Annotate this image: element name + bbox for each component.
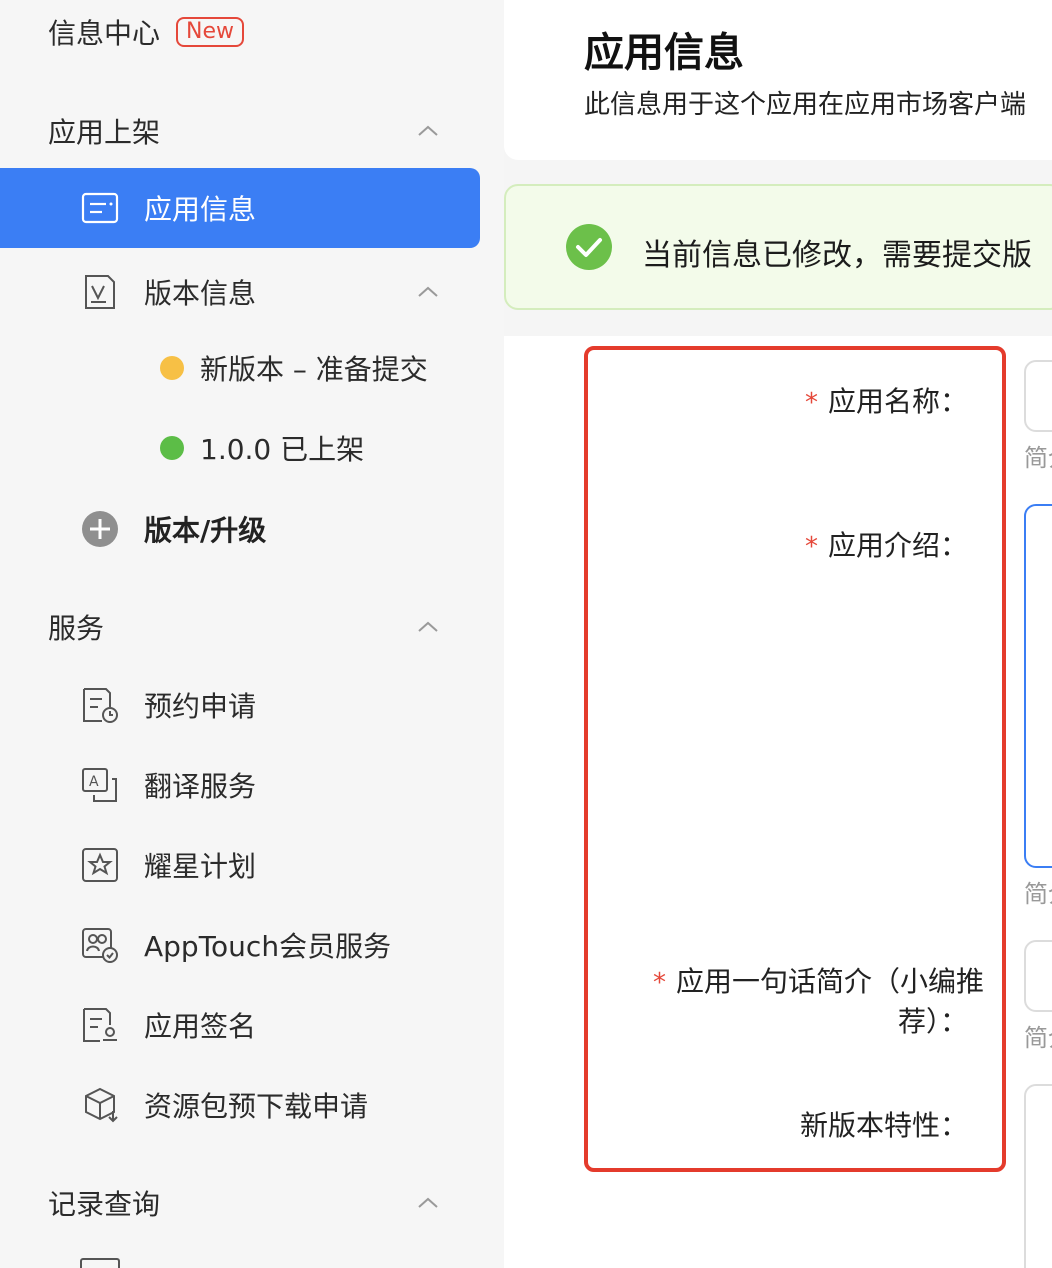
add-version-label: 版本/升级 xyxy=(144,514,267,547)
sidebar-item-label: 耀星计划 xyxy=(144,850,257,883)
plus-circle-icon xyxy=(80,509,120,549)
section-service-title: 服务 xyxy=(48,612,105,645)
package-download-icon xyxy=(80,1085,120,1125)
version-info-icon xyxy=(80,272,120,312)
section-service-header[interactable]: 服务 xyxy=(0,604,480,650)
highlight-box xyxy=(584,346,1006,1172)
section-records-title: 记录查询 xyxy=(48,1188,161,1221)
sidebar-item-label: 翻译服务 xyxy=(144,770,257,803)
section-listing-title: 应用上架 xyxy=(48,116,161,149)
app-slogan-input[interactable] xyxy=(1024,940,1052,1012)
chevron-up-icon xyxy=(416,119,440,143)
star-plan-icon xyxy=(80,845,120,885)
sidebar-item-label: 应用签名 xyxy=(144,1010,257,1043)
section-listing-header[interactable]: 应用上架 xyxy=(0,108,480,154)
app-intro-hint: 简介 xyxy=(1024,880,1052,908)
reservation-icon xyxy=(80,685,120,725)
app-name-hint: 简介 xyxy=(1024,444,1052,472)
app-intro-textarea[interactable] xyxy=(1024,504,1052,868)
sidebar: 信息中心 New 应用上架 应用信息 版本信息 新版本 – 准备提交 1.0.0… xyxy=(0,0,504,1268)
signature-icon xyxy=(80,1005,120,1045)
app-slogan-hint: 简介 xyxy=(1024,1024,1052,1052)
message-center-label: 信息中心 xyxy=(48,17,161,50)
sidebar-item-label: 应用信息 xyxy=(144,193,257,226)
chevron-up-icon xyxy=(416,615,440,639)
add-version-button[interactable]: 版本/升级 xyxy=(0,506,480,552)
version-item-released[interactable]: 1.0.0 已上架 xyxy=(0,426,480,470)
chevron-up-icon[interactable] xyxy=(416,280,440,304)
sidebar-item-signature[interactable]: 应用签名 xyxy=(0,1002,480,1048)
translate-icon: A xyxy=(80,765,120,805)
svg-text:A: A xyxy=(89,774,99,790)
record-item-icon xyxy=(80,1258,120,1268)
status-dot xyxy=(160,356,184,380)
new-features-textarea[interactable] xyxy=(1024,1084,1052,1268)
chevron-up-icon xyxy=(416,1191,440,1215)
app-name-input[interactable] xyxy=(1024,360,1052,432)
message-center-link[interactable]: 信息中心 New xyxy=(48,10,468,54)
sidebar-item-star-plan[interactable]: 耀星计划 xyxy=(0,842,480,888)
sidebar-item-member-service[interactable]: AppTouch会员服务 xyxy=(0,922,480,968)
sidebar-item-translate[interactable]: A 翻译服务 xyxy=(0,762,480,808)
sidebar-item-reservation[interactable]: 预约申请 xyxy=(0,682,480,728)
sidebar-item-label: 资源包预下载申请 xyxy=(144,1090,369,1123)
sidebar-item-label: AppTouch会员服务 xyxy=(144,930,392,963)
sidebar-item-version-info[interactable]: 版本信息 xyxy=(0,252,480,332)
member-service-icon xyxy=(80,925,120,965)
version-label: 新版本 – 准备提交 xyxy=(200,353,428,386)
new-badge: New xyxy=(176,17,245,47)
version-label: 1.0.0 已上架 xyxy=(200,433,365,466)
version-item-new[interactable]: 新版本 – 准备提交 xyxy=(0,346,480,390)
app-info-icon xyxy=(80,188,120,228)
sidebar-item-package-download[interactable]: 资源包预下载申请 xyxy=(0,1082,480,1128)
sidebar-item-app-info[interactable]: 应用信息 xyxy=(0,168,480,248)
sidebar-item-label: 版本信息 xyxy=(144,277,257,310)
sidebar-item-label: 预约申请 xyxy=(144,690,257,723)
status-dot xyxy=(160,436,184,460)
section-records-header[interactable]: 记录查询 xyxy=(0,1180,480,1226)
